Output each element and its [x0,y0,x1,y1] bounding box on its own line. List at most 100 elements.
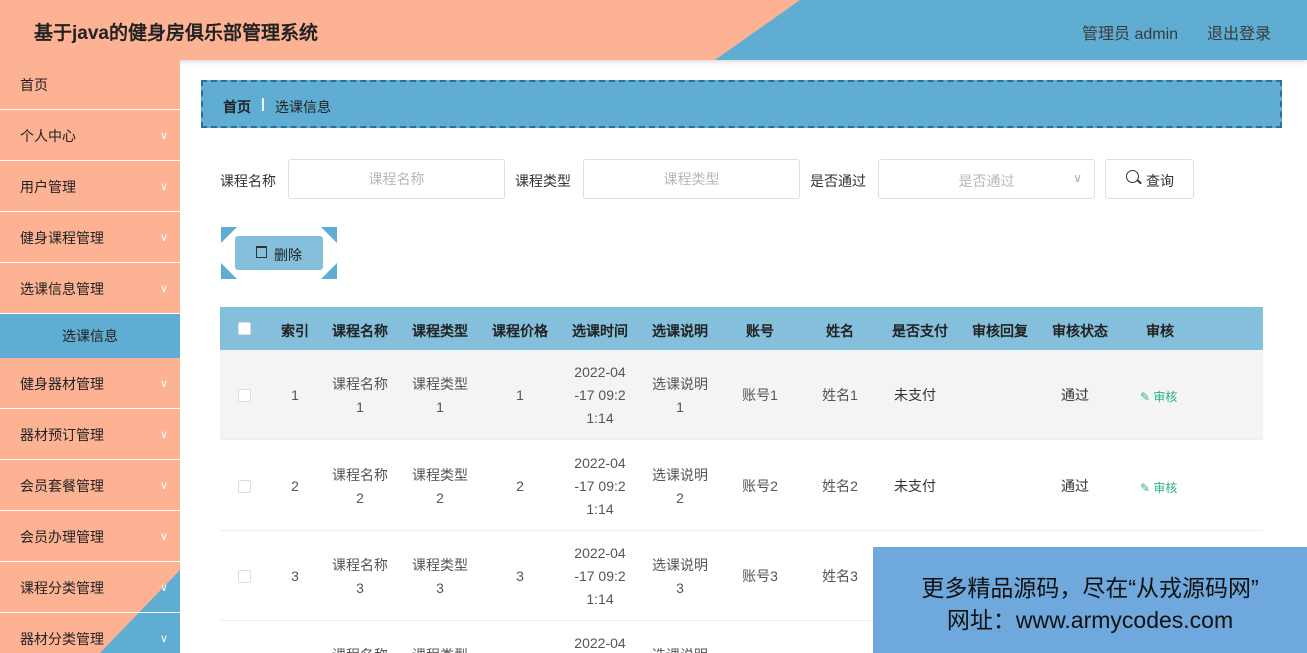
cell-enroll-time: 2022-04 -17 09:2 1:14 [574,545,626,607]
trash-icon [256,246,267,258]
delete-button-label: 删除 [274,247,302,263]
cell-audit-status: 通过 [1061,387,1089,403]
breadcrumb-home[interactable]: 首页 [223,97,251,117]
sidebar-item-label: 选课信息管理 [20,281,104,297]
col-header-paid: 是否支付 [892,323,948,339]
col-header-course-name: 课程名称 [332,323,388,339]
sidebar-item-label: 首页 [20,77,48,93]
chevron-down-icon: ∨ [159,633,168,645]
col-header-enroll-desc: 选课说明 [652,323,708,339]
col-header-audit: 审核 [1146,323,1174,339]
cell-paid: 未支付 [894,478,936,494]
sidebar-item-label: 健身器材管理 [20,376,104,392]
sidebar-item-membership-processing[interactable]: 会员办理管理 ∨ [0,512,180,562]
cell-account: 账号3 [742,568,778,584]
chevron-down-icon: ∨ [159,378,168,390]
sidebar-item-enrollment-management[interactable]: 选课信息管理 ∨ [0,264,180,314]
query-button-label: 查询 [1146,173,1174,189]
breadcrumb-current: 选课信息 [275,99,331,115]
sidebar-item-label: 会员套餐管理 [20,478,104,494]
current-user: 管理员 admin [1082,26,1179,43]
chevron-down-icon: ∨ [159,130,168,142]
watermark-line-2: 网址：www.armycodes.com [946,607,1234,633]
cell-course-type: 课程类型 3 [412,557,468,596]
col-header-audit-reply: 审核回复 [972,323,1028,339]
delete-button-wrapper: 删除 [221,227,337,279]
cell-course-price: 1 [516,387,524,403]
sidebar-item-label: 器材预订管理 [20,427,104,443]
table-row: 2 课程名称 2 课程类型 2 2 2022-04 -17 09:2 1:14 选课说明… [220,441,1263,531]
cell-enroll-desc: 选课说明 [645,644,715,653]
cell-enroll-time: 2022-04 -17 09:2 1:14 [574,364,626,426]
cell-audit-status: 通过 [1061,478,1089,494]
sidebar-item-equipment-category[interactable]: 器材分类管理 ∨ [0,614,180,653]
col-header-course-type: 课程类型 [412,323,468,339]
cell-enroll-time: 2022-04 -17 09:2 1:14 [574,455,626,517]
table-header: 索引 课程名称 课程类型 课程价格 选课时间 选课说明 账号 姓名 是否支付 审… [220,307,1263,350]
row-checkbox[interactable] [238,480,251,493]
select-all-checkbox[interactable] [238,322,251,335]
query-button[interactable]: 查询 [1105,159,1194,199]
chevron-down-icon: ∨ [159,283,168,295]
cell-index: 1 [291,387,299,403]
cell-account: 账号2 [742,478,778,494]
sidebar-item-equipment-booking[interactable]: 器材预订管理 ∨ [0,410,180,460]
sidebar: 首页 个人中心 ∨ 用户管理 ∨ 健身课程管理 ∨ 选课信息管理 ∨ 选课信息 健身器材… [0,60,180,653]
passed-label: 是否通过 [810,173,866,189]
sidebar-subitem-enrollment-info[interactable]: 选课信息 [0,314,180,358]
chevron-down-icon: ∨ [159,429,168,441]
passed-select-placeholder: 是否通过 [958,173,1015,189]
col-header-enroll-time: 选课时间 [572,323,628,339]
cell-course-type: 课程类型 [405,644,475,653]
course-name-input[interactable] [288,159,505,199]
row-checkbox[interactable] [238,389,251,402]
watermark-banner: 更多精品源码，尽在“从戎源码网” 网址：www.armycodes.com [873,547,1307,653]
logout-link[interactable]: 退出登录 [1207,20,1271,44]
sidebar-item-membership-package[interactable]: 会员套餐管理 ∨ [0,461,180,511]
col-header-name: 姓名 [826,323,854,339]
cell-paid: 未支付 [894,387,936,403]
sidebar-item-label: 器材分类管理 [20,631,104,647]
cell-index: 2 [291,478,299,494]
cell-name: 姓名1 [822,387,858,403]
watermark-line-1: 更多精品源码，尽在“从戎源码网” [921,575,1259,601]
corner-decoration [321,263,337,279]
cell-course-name: 课程名称 3 [332,557,388,596]
chevron-down-icon: ∨ [159,480,168,492]
cell-course-name: 课程名称 1 [332,376,388,415]
cell-enroll-desc: 选课说明 3 [652,557,708,596]
sidebar-item-label: 用户管理 [20,179,76,195]
edit-icon: ✎ [1140,390,1151,404]
chevron-down-icon: ∨ [159,181,168,193]
sidebar-item-label: 健身课程管理 [20,230,104,246]
delete-button[interactable]: 删除 [235,236,323,270]
app-title: 基于java的健身房俱乐部管理系统 [34,23,318,44]
cell-course-name: 课程名称 2 [332,467,388,506]
course-type-input[interactable] [583,159,800,199]
search-icon [1126,170,1139,183]
col-header-index: 索引 [281,323,309,339]
cell-course-price: 3 [516,568,524,584]
table-row: 1 课程名称 1 课程类型 1 1 2022-04 -17 09:2 1:14 选课说明… [220,350,1263,440]
audit-link[interactable]: ✎ 审核 [1140,479,1177,496]
sidebar-item-course-management[interactable]: 健身课程管理 ∨ [0,213,180,263]
sidebar-item-equipment-management[interactable]: 健身器材管理 ∨ [0,359,180,409]
cell-enroll-time: 2022-04 [574,635,626,651]
cell-course-type: 课程类型 2 [412,467,468,506]
course-type-label: 课程类型 [515,173,571,189]
sidebar-item-course-category[interactable]: 课程分类管理 ∨ [0,563,180,613]
breadcrumb-separator: | [261,95,265,111]
chevron-down-icon: ∨ [1073,171,1082,185]
cell-name: 姓名3 [822,568,858,584]
passed-select[interactable]: 是否通过 ∨ [878,159,1095,199]
col-header-account: 账号 [746,323,774,339]
row-checkbox[interactable] [238,570,251,583]
cell-enroll-desc: 选课说明 2 [652,467,708,506]
sidebar-item-user-management[interactable]: 用户管理 ∨ [0,162,180,212]
col-header-course-price: 课程价格 [492,323,548,339]
sidebar-item-personal-center[interactable]: 个人中心 ∨ [0,111,180,161]
cell-course-price: 2 [516,478,524,494]
sidebar-item-home[interactable]: 首页 [0,60,180,110]
corner-decoration [321,227,337,243]
audit-link[interactable]: ✎ 审核 [1140,388,1177,405]
